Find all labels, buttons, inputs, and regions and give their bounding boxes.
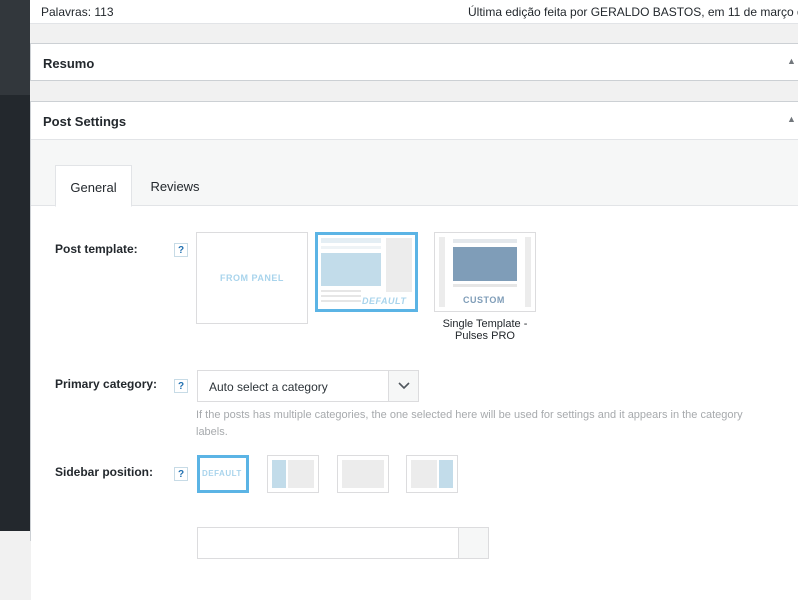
- summary-box: Resumo ▲: [30, 43, 798, 81]
- sidebar-right-layout-icon: [411, 460, 453, 488]
- collapse-arrow-icon[interactable]: ▲: [787, 114, 797, 124]
- custom-template-caption: Single Template - Pulses PRO: [442, 318, 528, 342]
- template-option-default[interactable]: DEFAULT: [315, 232, 418, 312]
- post-template-label: Post template:: [55, 242, 138, 256]
- sidebar-position-help-icon[interactable]: ?: [174, 467, 188, 481]
- chevron-down-icon[interactable]: [388, 371, 418, 401]
- last-edit-info: Última edição feita por GERALDO BASTOS, …: [468, 5, 798, 19]
- sidebar-position-label: Sidebar position:: [55, 465, 154, 479]
- template-option-label: DEFAULT: [362, 296, 407, 306]
- template-option-label: FROM PANEL: [220, 273, 284, 283]
- admin-sidebar: [0, 0, 30, 531]
- primary-category-label: Primary category:: [55, 377, 158, 391]
- post-settings-box: Post Settings ▲ General Reviews Post tem…: [30, 101, 798, 600]
- primary-category-select[interactable]: Auto select a category: [197, 370, 419, 402]
- word-count: Palavras: 113: [41, 5, 114, 19]
- primary-category-value: Auto select a category: [209, 380, 328, 394]
- sidebar-none-layout-icon: [342, 460, 384, 488]
- next-field-select[interactable]: [197, 527, 489, 559]
- admin-sidebar-top: [0, 0, 30, 95]
- sidebar-left-layout-icon: [272, 460, 314, 488]
- tab-general[interactable]: General: [55, 165, 132, 207]
- summary-box-title[interactable]: Resumo: [43, 56, 94, 71]
- primary-category-hint: If the posts has multiple categories, th…: [196, 409, 743, 438]
- template-option-custom[interactable]: CUSTOM: [434, 232, 536, 312]
- post-template-help-icon[interactable]: ?: [174, 243, 188, 257]
- tab-reviews[interactable]: Reviews: [141, 165, 209, 206]
- collapse-arrow-icon[interactable]: ▲: [787, 56, 797, 66]
- editor-status-bar: Palavras: 113 Última edição feita por GE…: [30, 0, 798, 24]
- sidebar-option-default[interactable]: DEFAULT: [197, 455, 249, 493]
- post-settings-box-title[interactable]: Post Settings: [43, 114, 126, 129]
- chevron-down-icon[interactable]: [458, 528, 488, 558]
- sidebar-option-right[interactable]: [406, 455, 458, 493]
- sidebar-option-label: DEFAULT: [202, 469, 242, 478]
- sidebar-option-none[interactable]: [337, 455, 389, 493]
- primary-category-help-icon[interactable]: ?: [174, 379, 188, 393]
- template-option-from-panel[interactable]: FROM PANEL: [196, 232, 308, 324]
- template-option-label: CUSTOM: [463, 295, 505, 305]
- settings-tabs: General Reviews: [31, 140, 798, 207]
- sidebar-option-left[interactable]: [267, 455, 319, 493]
